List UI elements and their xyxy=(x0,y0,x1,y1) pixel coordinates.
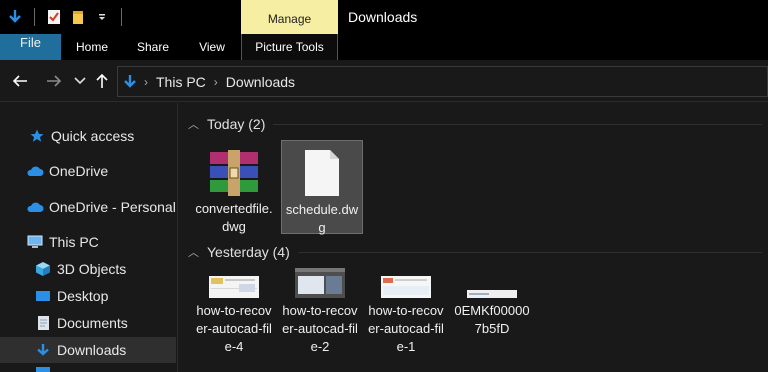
sidebar-item-quick-access[interactable]: Quick access xyxy=(0,123,176,149)
computer-icon xyxy=(26,233,44,251)
address-bar[interactable]: › This PC › Downloads xyxy=(117,66,768,97)
tab-view[interactable]: View xyxy=(183,34,241,60)
chevron-up-icon: ︿ xyxy=(188,119,199,131)
tab-file[interactable]: File xyxy=(0,34,61,60)
sidebar-item-3d-objects[interactable]: 3D Objects xyxy=(0,256,176,282)
cloud-icon xyxy=(26,198,44,216)
document-icon xyxy=(34,314,52,332)
breadcrumb-downloads[interactable]: Downloads xyxy=(226,74,295,90)
ribbon-tabs: File Home Share View Picture Tools xyxy=(0,34,768,60)
file-item[interactable]: how-to-recover-autocad-file-1 xyxy=(365,268,447,356)
group-label: Today (2) xyxy=(207,116,266,132)
screenshot-thumbnail xyxy=(193,268,275,302)
breadcrumb-chevron-icon: › xyxy=(213,74,218,89)
up-button[interactable] xyxy=(92,71,112,91)
screenshot-thumbnail xyxy=(451,268,533,302)
star-icon xyxy=(28,127,46,145)
screenshot-thumbnail xyxy=(365,268,447,302)
forward-arrow-icon xyxy=(47,75,62,87)
properties-icon[interactable] xyxy=(45,8,63,26)
sidebar-item-label: OneDrive - Personal xyxy=(49,199,176,215)
desktop-icon xyxy=(34,287,52,305)
sidebar-item-label: Documents xyxy=(57,315,128,331)
file-name: how-to-recover-autocad-file-2 xyxy=(282,303,358,354)
toolbar-separator xyxy=(34,8,35,26)
chevron-down-icon xyxy=(74,77,86,85)
file-name: convertedfile.dwg xyxy=(195,201,273,234)
forward-button[interactable] xyxy=(44,71,64,91)
sidebar-item-desktop[interactable]: Desktop xyxy=(0,283,176,309)
blank-file-icon xyxy=(282,141,362,201)
sidebar-item-label: Quick access xyxy=(51,128,135,144)
group-divider xyxy=(273,123,762,125)
manage-context-tab[interactable]: Manage xyxy=(241,0,338,34)
breadcrumb-chevron-icon: › xyxy=(144,74,148,89)
sidebar-item-onedrive[interactable]: OneDrive xyxy=(0,158,176,184)
download-arrow-icon xyxy=(34,341,52,359)
breadcrumb-this-pc[interactable]: This PC xyxy=(156,74,206,90)
recent-locations-button[interactable] xyxy=(70,71,90,91)
back-button[interactable] xyxy=(10,71,30,91)
file-item[interactable]: 0EMKf000007b5fD xyxy=(451,268,533,338)
file-item[interactable]: how-to-recover-autocad-file-2 xyxy=(279,268,361,356)
screenshot-thumbnail xyxy=(279,268,361,302)
tab-home[interactable]: Home xyxy=(61,34,123,60)
sidebar-item-downloads[interactable]: Downloads xyxy=(0,337,176,363)
navigation-pane: Quick access OneDrive OneDrive - Persona… xyxy=(0,103,178,372)
winrar-archive-icon xyxy=(193,140,275,200)
file-item[interactable]: how-to-recover-autocad-file-4 xyxy=(193,268,275,356)
chevron-up-icon: ︿ xyxy=(188,247,199,259)
sidebar-item-onedrive-personal[interactable]: OneDrive - Personal xyxy=(0,194,176,220)
tab-picture-tools[interactable]: Picture Tools xyxy=(241,34,338,60)
new-folder-icon[interactable] xyxy=(69,8,87,26)
toolbar-separator xyxy=(121,8,122,26)
sidebar-item-documents[interactable]: Documents xyxy=(0,310,176,336)
navigation-bar: › This PC › Downloads xyxy=(0,60,768,102)
group-header-today[interactable]: ︿ Today (2) xyxy=(179,113,768,135)
file-name: 0EMKf000007b5fD xyxy=(454,303,530,336)
file-name: how-to-recover-autocad-file-1 xyxy=(368,303,444,354)
file-list: ︿ Today (2) convertedfile.dwg schedule.d… xyxy=(179,103,768,372)
group-header-yesterday[interactable]: ︿ Yesterday (4) xyxy=(179,241,768,263)
sidebar-item-label: This PC xyxy=(49,234,99,250)
group-divider xyxy=(297,251,762,253)
cloud-icon xyxy=(26,162,44,180)
file-name: schedule.dwg xyxy=(285,202,359,235)
window-title: Downloads xyxy=(348,9,418,25)
sidebar-item-label: OneDrive xyxy=(49,163,109,179)
sidebar-item-label: 3D Objects xyxy=(57,261,127,277)
music-icon-partial xyxy=(36,367,50,372)
customize-toolbar-icon[interactable] xyxy=(93,8,111,26)
quick-access-toolbar xyxy=(6,7,126,27)
file-name: how-to-recover-autocad-file-4 xyxy=(196,303,272,354)
group-label: Yesterday (4) xyxy=(207,244,290,260)
back-arrow-icon xyxy=(12,75,27,87)
downloads-folder-icon xyxy=(124,74,136,88)
file-item[interactable]: convertedfile.dwg xyxy=(193,140,275,236)
cube-icon xyxy=(34,260,52,278)
download-arrow-icon[interactable] xyxy=(6,8,24,26)
sidebar-item-label: Desktop xyxy=(57,288,109,304)
title-bar: Manage Downloads xyxy=(0,0,768,34)
sidebar-item-this-pc[interactable]: This PC xyxy=(0,229,176,255)
sidebar-item-label: Downloads xyxy=(57,342,127,358)
tab-share[interactable]: Share xyxy=(123,34,183,60)
file-item-selected[interactable]: schedule.dwg xyxy=(281,140,363,235)
up-arrow-icon xyxy=(96,73,108,88)
